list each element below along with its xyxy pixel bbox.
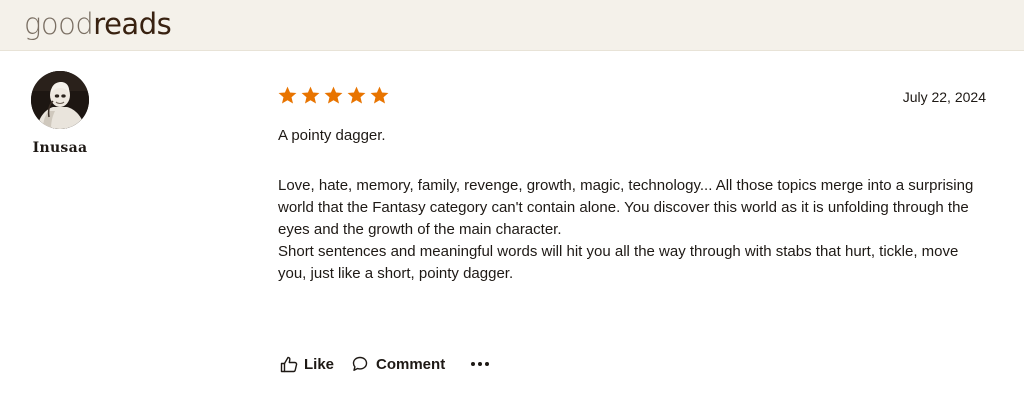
star-icon — [323, 85, 344, 106]
review-title: A pointy dagger. — [278, 127, 386, 144]
review-paragraph: Love, hate, memory, family, revenge, gro… — [278, 177, 974, 238]
review-actions: Like Comment — [280, 354, 490, 374]
thumbs-up-icon — [280, 356, 298, 372]
review-date[interactable]: July 22, 2024 — [903, 89, 986, 105]
comment-label: Comment — [376, 355, 446, 373]
reviewer-avatar[interactable] — [31, 71, 89, 129]
comment-bubble-icon — [352, 356, 368, 371]
user-avatar-photo-icon — [31, 71, 89, 129]
like-label: Like — [304, 355, 335, 373]
review-body: Love, hate, memory, family, revenge, gro… — [278, 175, 988, 285]
comment-button[interactable]: Comment — [352, 356, 445, 373]
site-header: goodreads — [0, 0, 1024, 51]
reviewer-name[interactable]: Inusaa — [24, 140, 96, 156]
more-options-button[interactable] — [471, 354, 490, 374]
star-icon — [277, 85, 298, 106]
more-options-icon — [471, 362, 476, 366]
star-icon — [346, 85, 367, 106]
star-rating — [277, 85, 390, 106]
logo-good-text: good — [24, 7, 94, 41]
review-paragraph: Short sentences and meaningful words wil… — [278, 243, 959, 282]
goodreads-logo[interactable]: goodreads — [24, 6, 172, 42]
star-icon — [369, 85, 390, 106]
star-icon — [300, 85, 321, 106]
logo-reads-text: reads — [93, 7, 172, 41]
like-button[interactable]: Like — [280, 356, 334, 373]
